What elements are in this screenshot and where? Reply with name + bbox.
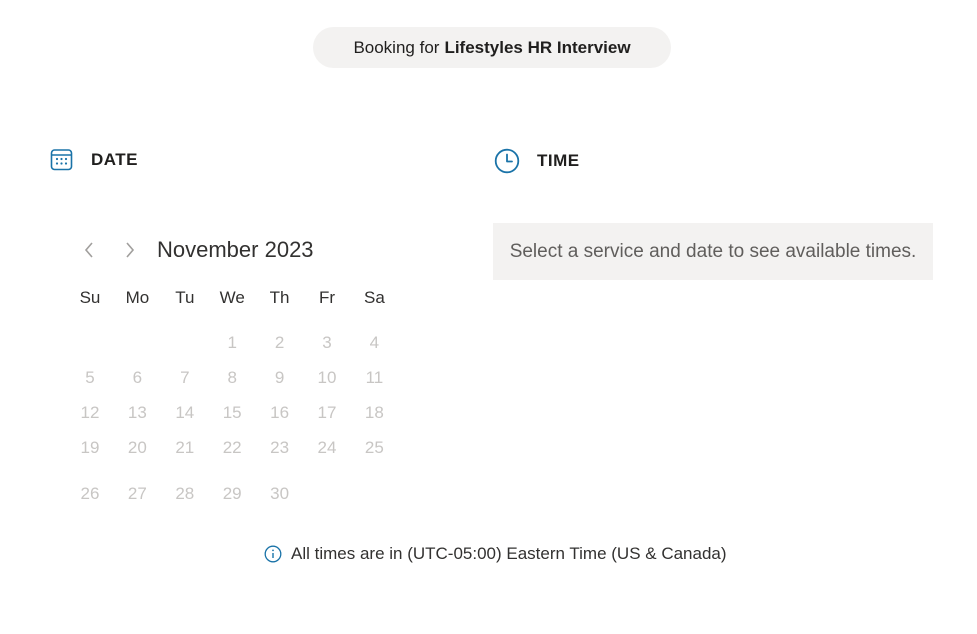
calendar-day-disabled: 3 [322,333,332,352]
next-month-button[interactable] [117,237,143,263]
calendar-day-disabled: 7 [180,368,190,387]
calendar-day-disabled: 24 [317,438,337,457]
calendar-day-disabled: 28 [175,484,195,503]
chevron-left-icon [84,242,93,258]
time-slots-placeholder: Select a service and date to see availab… [493,223,933,280]
weekday-header: Mo [125,288,150,307]
calendar-day-disabled: 10 [317,368,337,387]
weekday-header: Sa [363,288,385,307]
month-label: November 2023 [157,237,314,262]
calendar-day-disabled: 5 [85,368,95,387]
calendar-day-disabled: 6 [132,368,143,387]
calendar-day-disabled: 26 [80,484,100,503]
date-section-header: DATE [50,148,138,171]
calendar-day-disabled: 30 [270,484,290,503]
time-placeholder-message: Select a service and date to see availab… [509,240,917,262]
weekday-header: Th [269,288,290,307]
calendar-day-disabled: 22 [222,438,242,457]
calendar-navigation [76,233,143,267]
time-section-title: TIME [537,151,580,170]
calendar-day-disabled: 16 [270,403,290,422]
time-section-header: TIME [494,148,580,174]
calendar-day-disabled: 20 [127,438,147,457]
calendar-day-disabled: 17 [317,403,337,422]
calendar-day-disabled: 15 [222,403,242,422]
weekday-header: Su [79,288,101,307]
timezone-note: All times are in (UTC-05:00) Eastern Tim… [264,544,727,564]
calendar-day-disabled: 18 [364,403,384,422]
calendar-day-disabled: 13 [127,403,147,422]
calendar-day-disabled: 23 [270,438,290,457]
date-section-title: DATE [91,149,139,169]
booking-prefix: Booking for [353,37,440,57]
calendar-day-disabled: 25 [364,438,384,457]
info-icon [264,545,282,563]
calendar-day-disabled: 9 [274,368,285,387]
previous-month-button[interactable] [76,237,102,263]
weekday-header: Tu [175,288,195,307]
calendar-day-disabled: 14 [175,403,195,422]
weekday-header: Fr [318,288,336,307]
timezone-text: All times are in (UTC-05:00) Eastern Tim… [291,544,727,563]
service-name: Lifestyles HR Interview [444,37,631,57]
weekday-header: We [219,288,245,307]
calendar-day-disabled: 8 [227,368,237,387]
calendar-day-disabled: 1 [227,333,237,352]
calendar-day-disabled: 11 [365,368,384,387]
calendar-day-disabled: 12 [80,403,100,422]
clock-icon [494,148,520,174]
booking-banner: Booking for Lifestyles HR Interview [313,27,671,68]
calendar-day-disabled: 21 [175,438,195,457]
chevron-right-icon [126,242,135,258]
calendar-day-disabled: 19 [80,438,100,457]
calendar-icon [50,149,73,171]
calendar-day-disabled: 4 [369,333,380,352]
calendar-day-disabled: 27 [127,484,147,503]
calendar-day-disabled: 2 [274,333,285,352]
calendar-day-disabled: 29 [222,484,242,503]
